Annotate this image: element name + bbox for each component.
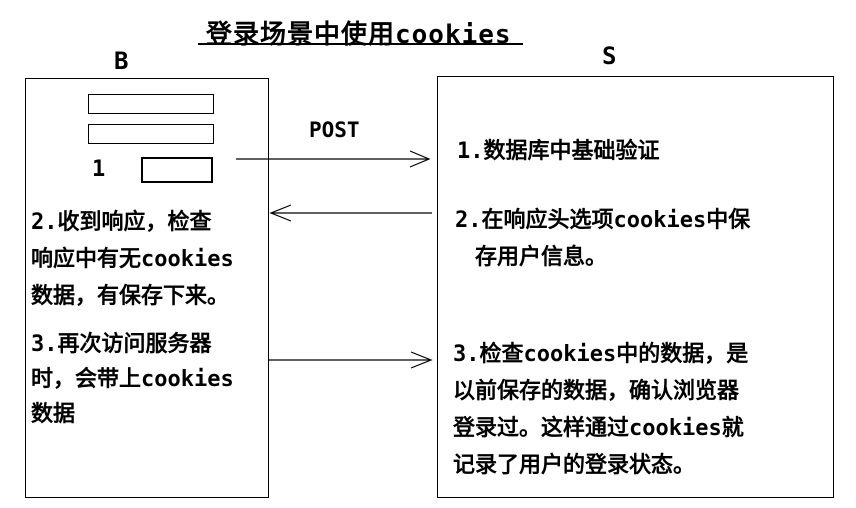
revisit-request-arrow	[268, 351, 433, 369]
response-arrow	[269, 204, 432, 222]
arrows	[236, 150, 433, 369]
post-request-arrow	[236, 150, 431, 168]
